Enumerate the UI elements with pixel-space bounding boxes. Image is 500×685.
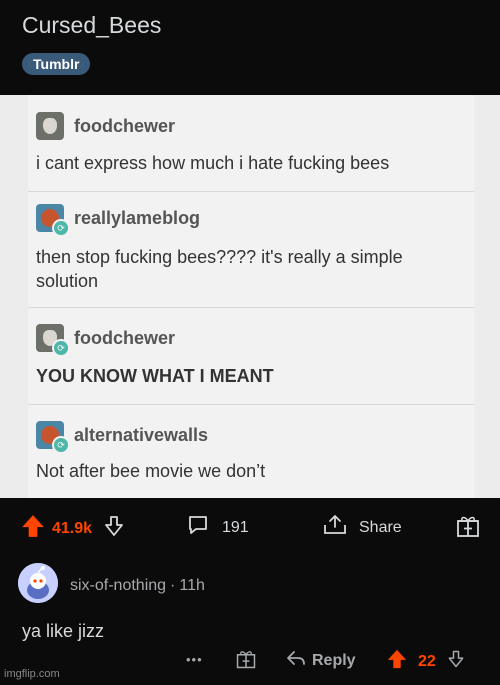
- upvote-count: 41.9k: [52, 519, 93, 537]
- tumblr-username: foodchewer: [74, 327, 176, 348]
- post-action-bar: 41.9k 191 Share: [0, 498, 500, 553]
- post-title: Cursed_Bees: [22, 12, 162, 38]
- more-options-button[interactable]: •••: [186, 652, 203, 667]
- comment-body: ya like jizz: [22, 621, 105, 641]
- gift-award-icon: [455, 513, 481, 544]
- comment-bubble-icon: [186, 513, 210, 542]
- vote-group: 41.9k: [20, 513, 126, 544]
- comment-author[interactable]: six-of-nothing: [70, 577, 166, 594]
- award-button[interactable]: [235, 648, 257, 675]
- upvote-icon[interactable]: [386, 648, 408, 675]
- comment-meta: six-of-nothing · 11h: [70, 577, 205, 595]
- reply-label: Reply: [312, 651, 356, 669]
- share-label: Share: [359, 518, 402, 536]
- tumblr-post-4: ⟳ alternativewalls Not after bee movie w…: [28, 405, 474, 498]
- upvote-icon[interactable]: [20, 513, 46, 544]
- dog-avatar: [36, 112, 64, 140]
- comments-button[interactable]: 191: [186, 513, 249, 542]
- reblog-icon: ⟳: [52, 436, 70, 454]
- comment-age: 11h: [179, 577, 205, 594]
- award-button[interactable]: [455, 513, 481, 544]
- avatar[interactable]: [18, 563, 58, 603]
- tumblr-text: Not after bee movie we don’t: [36, 461, 266, 481]
- reblog-icon: ⟳: [52, 219, 70, 237]
- comment: six-of-nothing · 11h ya like jizz ••• Repl…: [0, 553, 500, 685]
- tumblr-text: then stop fucking bees???? it's really a…: [36, 247, 403, 291]
- share-button[interactable]: Share: [322, 513, 402, 542]
- tumblr-user-row: ⟳ alternativewalls: [36, 421, 209, 454]
- post-header: Cursed_Bees Tumblr: [0, 0, 500, 95]
- downvote-icon[interactable]: [446, 649, 466, 674]
- tumblr-text: YOU KNOW WHAT I MEANT: [36, 366, 274, 386]
- reply-button[interactable]: Reply: [285, 648, 356, 673]
- post-image[interactable]: foodchewer i cant express how much i hat…: [0, 95, 500, 498]
- tumblr-post-2: ⟳ reallylameblog then stop fucking bees?…: [28, 192, 474, 308]
- tumblr-post-3: ⟳ foodchewer YOU KNOW WHAT I MEANT: [28, 308, 474, 405]
- flair-badge[interactable]: Tumblr: [22, 53, 91, 75]
- tumblr-user-row: ⟳ reallylameblog: [36, 204, 201, 237]
- ball-avatar: ⟳: [36, 421, 70, 454]
- tumblr-user-row: foodchewer: [36, 112, 175, 140]
- reblog-icon: ⟳: [52, 339, 70, 357]
- downvote-icon[interactable]: [102, 514, 126, 543]
- comment-score: 22: [418, 652, 436, 670]
- watermark: imgflip.com: [4, 668, 60, 680]
- share-icon: [322, 513, 348, 542]
- tumblr-user-row: ⟳ foodchewer: [36, 324, 176, 357]
- comment-actions: ••• Reply 22: [0, 648, 500, 678]
- tumblr-username: reallylameblog: [74, 207, 201, 228]
- ball-avatar: ⟳: [36, 204, 70, 237]
- tumblr-screenshot: foodchewer i cant express how much i hat…: [28, 95, 474, 498]
- comment-vote-group: 22: [386, 648, 466, 675]
- gift-award-icon: [235, 648, 257, 675]
- dog-avatar: ⟳: [36, 324, 70, 357]
- reply-arrow-icon: [285, 648, 307, 673]
- comment-count: 191: [222, 518, 249, 536]
- tumblr-username: alternativewalls: [74, 424, 209, 445]
- tumblr-text: i cant express how much i hate fucking b…: [36, 153, 390, 173]
- tumblr-post-1: foodchewer i cant express how much i hat…: [28, 95, 474, 192]
- separator-dot: ·: [170, 577, 176, 594]
- tumblr-username: foodchewer: [74, 115, 176, 136]
